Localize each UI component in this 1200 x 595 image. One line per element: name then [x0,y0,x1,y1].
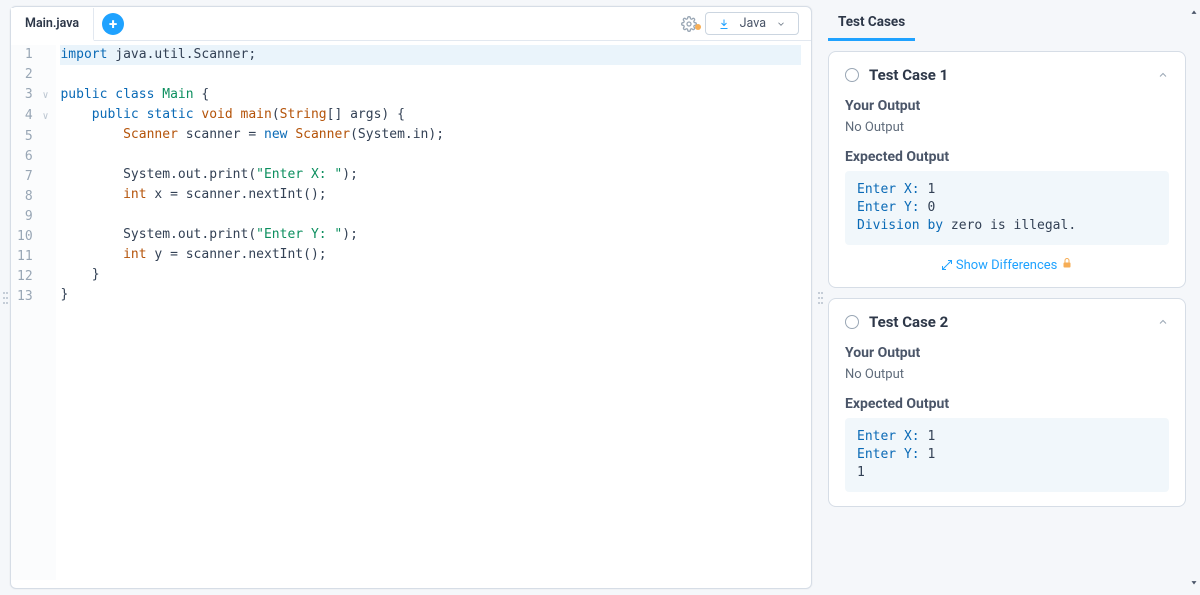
language-label: Java [740,16,766,31]
editor-pane: Main.java + Java 1 2 3 ∨4 ∨5 6 7 8 9 10 … [10,6,812,589]
tab-main-java[interactable]: Main.java [11,8,94,41]
your-output-value: No Output [845,120,1169,135]
language-select[interactable]: Java [705,12,799,35]
expected-output-label: Expected Output [845,396,1169,412]
scrollbar[interactable] [1188,0,1200,595]
chevron-up-icon [1157,69,1169,81]
editor-tabbar: Main.java + Java [11,7,811,41]
test-case-toggle[interactable]: Test Case 2 [845,313,1169,331]
expected-output-block: Enter X: 1Enter Y: 0Division by zero is … [845,171,1169,245]
show-differences: Show Differences [845,257,1169,273]
expected-output-label: Expected Output [845,149,1169,165]
test-cases-header[interactable]: Test Cases [828,6,915,41]
center-resize-handle[interactable] [812,0,828,595]
left-resize-handle[interactable] [0,0,10,595]
expected-output-block: Enter X: 1Enter Y: 11 [845,418,1169,492]
your-output-label: Your Output [845,98,1169,114]
chevron-up-icon [1157,316,1169,328]
settings-notification-dot [695,24,701,30]
lock-icon [1061,257,1073,269]
test-case-name: Test Case 1 [869,66,948,84]
add-tab-button[interactable]: + [102,13,124,35]
your-output-value: No Output [845,367,1169,382]
test-case-toggle[interactable]: Test Case 1 [845,66,1169,84]
your-output-label: Your Output [845,345,1169,361]
status-circle-icon [845,68,859,82]
show-differences-link[interactable]: Show Differences [941,258,1058,273]
test-case-name: Test Case 2 [869,313,948,331]
status-circle-icon [845,315,859,329]
test-cases-list: Test Case 1 Your Output No Output Expected … [828,41,1188,589]
download-icon [718,18,730,30]
test-case-card: Test Case 1 Your Output No Output Expected … [828,51,1186,288]
line-gutter: 1 2 3 ∨4 ∨5 6 7 8 9 10 11 12 13 [11,45,56,580]
code-content[interactable]: import java.util.Scanner; public class M… [56,45,811,580]
test-case-card: Test Case 2 Your Output No Output Expected … [828,298,1186,507]
chevron-down-icon [776,19,786,29]
test-pane: Test Cases Test Case 1 Your Output No Outp… [828,6,1188,589]
code-editor[interactable]: 1 2 3 ∨4 ∨5 6 7 8 9 10 11 12 13 import j… [11,41,811,588]
settings-button[interactable] [673,16,705,32]
